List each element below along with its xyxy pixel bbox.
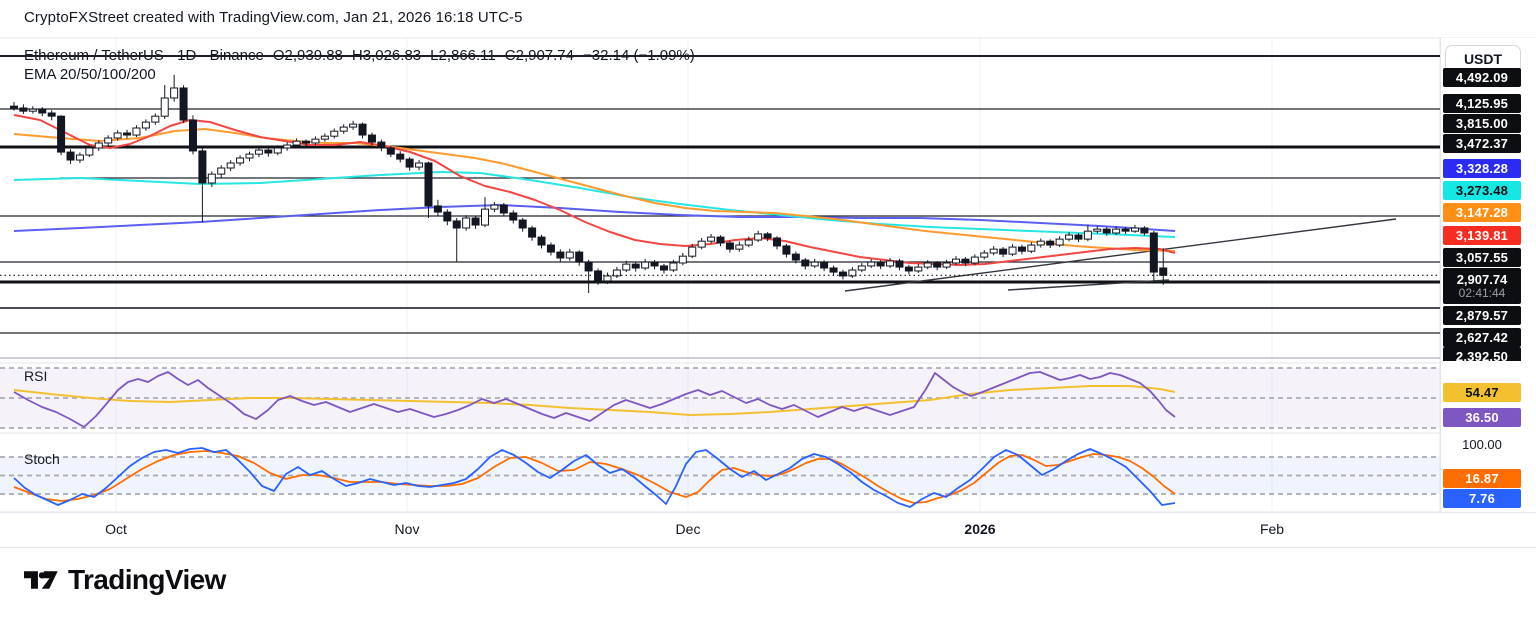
indicator-value-label: 54.47	[1443, 383, 1521, 402]
indicator-scale-labels: 54.47 36.50 16.877.76 100.00	[1441, 38, 1536, 547]
time-axis-tick: Oct	[105, 521, 127, 537]
price-scale[interactable]: USDT 4,492.094,125.953,815.003,472.373,3…	[1440, 38, 1536, 547]
price-level-line-top	[0, 55, 1440, 57]
tradingview-wordmark: TradingView	[68, 564, 226, 596]
ema-indicator-label: EMA 20/50/100/200	[24, 66, 156, 83]
indicator-value-label: 7.76	[1443, 489, 1521, 508]
time-axis-tick: Feb	[1260, 521, 1284, 537]
indicator-value-label: 36.50	[1443, 408, 1521, 427]
tradingview-icon	[24, 565, 60, 595]
time-axis-tick: Nov	[395, 521, 420, 537]
stoch-top-scale-value: 100.00	[1441, 437, 1523, 452]
stoch-pane-label: Stoch	[24, 451, 60, 467]
indicator-value-label: 16.87	[1443, 469, 1521, 488]
time-axis[interactable]: Oct Nov Dec 2026 Feb	[0, 512, 1536, 548]
time-axis-tick: Dec	[676, 521, 701, 537]
tradingview-logo[interactable]: TradingView	[24, 564, 226, 596]
time-axis-tick: 2026	[964, 521, 995, 537]
tradingview-published-chart: CryptoFXStreet created with TradingView.…	[0, 0, 1536, 624]
rsi-pane-label: RSI	[24, 368, 47, 384]
